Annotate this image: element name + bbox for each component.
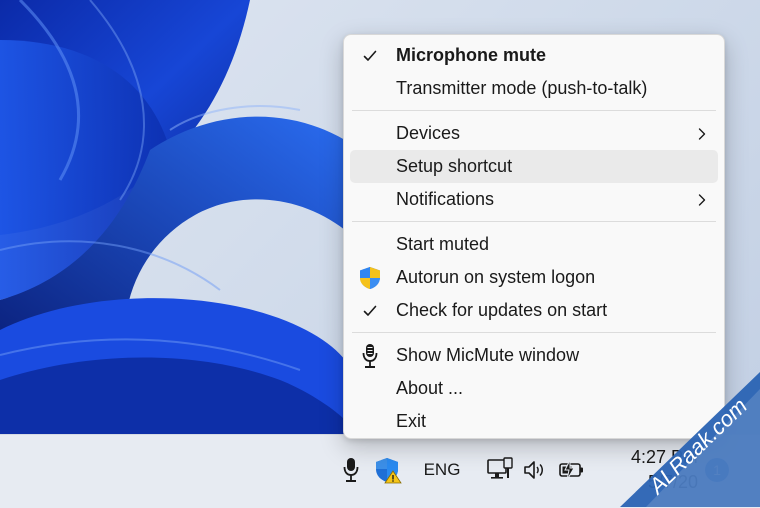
- volume-icon[interactable]: [520, 453, 550, 487]
- taskbar: ENG 4:27 PM 5/7/20 1: [0, 434, 760, 508]
- menu-separator: [352, 110, 716, 111]
- network-icon[interactable]: [484, 453, 516, 487]
- menu-item-icon-slot: [356, 228, 384, 261]
- tray-microphone-icon[interactable]: [337, 453, 365, 487]
- menu-item-label: About ...: [396, 378, 464, 398]
- menu-item-microphone-mute[interactable]: Microphone mute: [350, 39, 718, 72]
- notification-count-badge[interactable]: 1: [705, 458, 729, 482]
- menu-item-about[interactable]: About ...: [350, 372, 718, 405]
- menu-item-icon-slot: [356, 372, 384, 405]
- menu-item-setup-shortcut[interactable]: Setup shortcut: [350, 150, 718, 183]
- menu-separator: [352, 332, 716, 333]
- menu-item-notifications[interactable]: Notifications: [350, 183, 718, 216]
- menu-item-label: Start muted: [396, 234, 490, 254]
- uac-shield-icon: [356, 261, 384, 294]
- menu-item-start-muted[interactable]: Start muted: [350, 228, 718, 261]
- menu-item-label: Microphone mute: [396, 45, 547, 65]
- microphone-icon: [356, 339, 384, 372]
- menu-item-transmitter-mode-push-to-talk[interactable]: Transmitter mode (push-to-talk): [350, 72, 718, 105]
- checkmark-icon: [356, 294, 384, 327]
- menu-item-devices[interactable]: Devices: [350, 117, 718, 150]
- security-shield-warning-icon[interactable]: [372, 453, 404, 487]
- chevron-right-icon: [698, 183, 706, 216]
- tray-context-menu: Microphone mute Transmitter mode (push-to…: [343, 34, 725, 439]
- menu-item-label: Transmitter mode (push-to-talk): [396, 78, 648, 98]
- menu-separator: [352, 221, 716, 222]
- menu-item-label: Show MicMute window: [396, 345, 580, 365]
- menu-item-icon-slot: [356, 150, 384, 183]
- clock-time: 4:27 PM: [630, 447, 698, 467]
- battery-charging-icon[interactable]: [556, 453, 588, 487]
- menu-item-show-micmute-window[interactable]: Show MicMute window: [350, 339, 718, 372]
- menu-item-icon-slot: [356, 405, 384, 438]
- menu-item-label: Setup shortcut: [396, 156, 513, 176]
- menu-item-label: Notifications: [396, 189, 495, 209]
- menu-item-exit[interactable]: Exit: [350, 405, 718, 438]
- menu-item-icon-slot: [356, 72, 384, 105]
- clock-date: 5/7/20: [647, 472, 698, 492]
- menu-item-label: Check for updates on start: [396, 300, 608, 320]
- menu-item-label: Devices: [396, 123, 461, 143]
- menu-item-autorun-on-system-logon[interactable]: Autorun on system logon: [350, 261, 718, 294]
- system-clock[interactable]: 4:27 PM 5/7/20: [606, 445, 698, 495]
- menu-item-label: Exit: [396, 411, 427, 431]
- menu-item-icon-slot: [356, 117, 384, 150]
- menu-item-icon-slot: [356, 183, 384, 216]
- chevron-right-icon: [698, 117, 706, 150]
- input-language-indicator[interactable]: ENG: [416, 453, 468, 487]
- menu-item-check-for-updates-on-start[interactable]: Check for updates on start: [350, 294, 718, 327]
- menu-item-label: Autorun on system logon: [396, 267, 596, 287]
- checkmark-icon: [356, 39, 384, 72]
